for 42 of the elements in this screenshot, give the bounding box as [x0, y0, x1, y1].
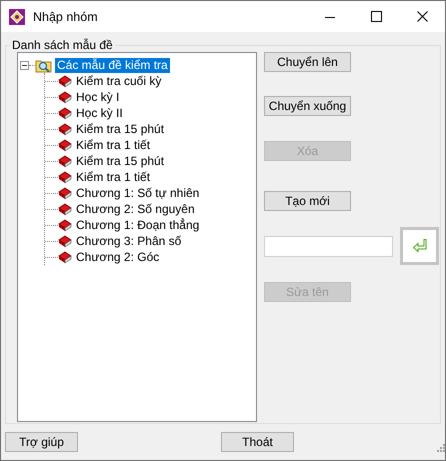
tree-item[interactable]: Chương 2: Góc [74, 250, 162, 264]
tree-item[interactable]: Chương 1: Số tự nhiên [74, 186, 202, 200]
return-arrow-icon [412, 238, 428, 254]
tree-item[interactable]: Chương 2: Số nguyên [74, 202, 197, 216]
folder-search-icon [35, 58, 52, 72]
tree-item[interactable]: Học kỳ I [74, 90, 122, 104]
action-button[interactable]: Chuyển lên [264, 52, 351, 72]
tree-item[interactable]: Kiểm tra 1 tiết [74, 170, 152, 184]
tree-item[interactable]: Chương 3: Phân số [74, 234, 184, 248]
app-icon [9, 8, 25, 24]
book-icon [58, 202, 72, 216]
maximize-icon [370, 11, 382, 22]
book-icon [58, 90, 72, 104]
book-icon [58, 250, 72, 264]
book-icon [58, 170, 72, 184]
window-title: Nhập nhóm [33, 10, 99, 24]
enter-button[interactable] [400, 227, 439, 265]
resize-grip-icon[interactable] [437, 444, 445, 452]
book-icon [58, 218, 72, 232]
tree-view[interactable] [17, 52, 257, 422]
book-icon [58, 186, 72, 200]
book-icon [58, 234, 72, 248]
book-icon [58, 106, 72, 120]
tree-item[interactable]: Chương 1: Đoạn thẳng [74, 218, 202, 232]
close-icon [416, 11, 428, 22]
book-icon [58, 122, 72, 136]
book-icon [58, 74, 72, 88]
name-field[interactable] [264, 236, 393, 256]
book-icon [58, 154, 72, 168]
book-icon [58, 138, 72, 152]
tree-item[interactable]: Các mẫu đề kiểm tra [55, 58, 170, 72]
group-label: Danh sách mẫu đề [10, 38, 115, 52]
footer-button[interactable]: Trợ giúp [5, 432, 78, 452]
tree-item[interactable]: Kiểm tra 1 tiết [74, 138, 152, 152]
tree-item[interactable]: Kiểm tra 15 phút [74, 122, 166, 136]
footer-button[interactable]: Thoát [221, 432, 294, 452]
action-button[interactable]: Tạo mới [264, 191, 351, 211]
tree-item[interactable]: Học kỳ II [74, 106, 125, 120]
tree-item[interactable]: Kiểm tra 15 phút [74, 154, 166, 168]
tree-item[interactable]: Kiểm tra cuối kỳ [74, 74, 164, 88]
action-button[interactable]: Chuyển xuống [264, 96, 351, 116]
collapse-icon[interactable] [20, 60, 29, 70]
